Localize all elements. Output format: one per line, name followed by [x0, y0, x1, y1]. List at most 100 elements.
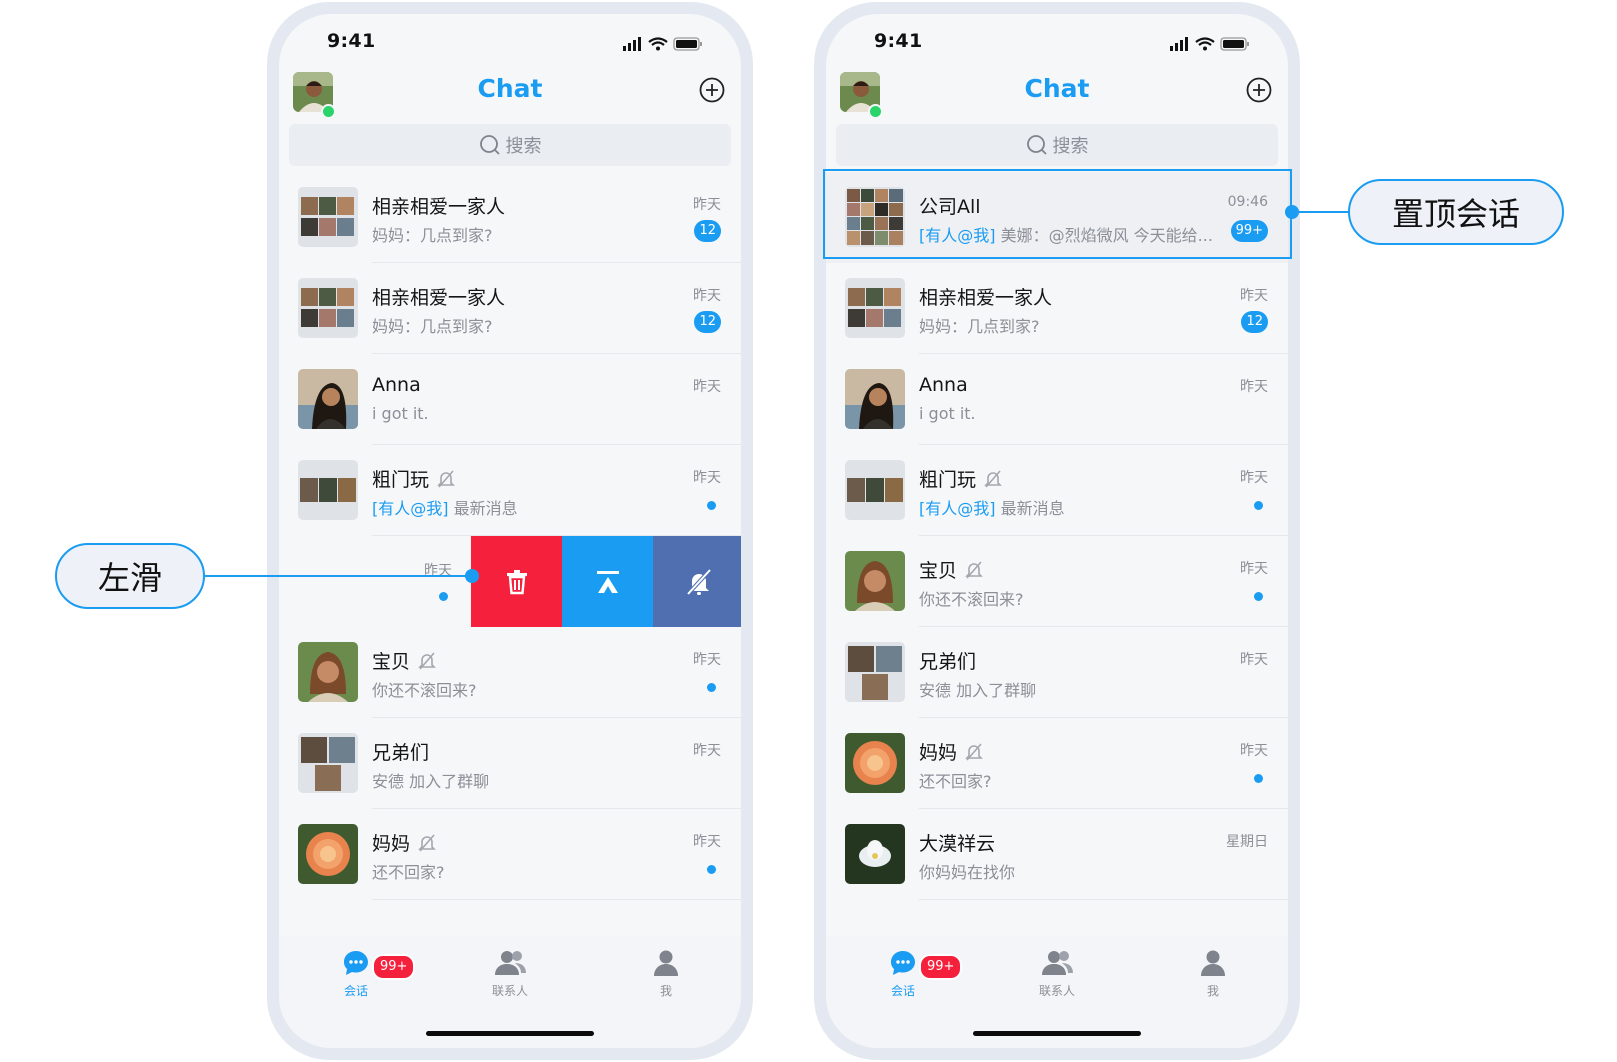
conversation-title: 妈妈 [919, 738, 984, 765]
search-placeholder: 搜索 [1052, 136, 1089, 157]
conversation-title: 粗门玩 [919, 465, 1003, 492]
conversation-row[interactable]: 粗门玩 [有人@我] 最新消息 昨天 [826, 445, 1288, 536]
mute-button[interactable] [653, 536, 741, 627]
contact-avatar [845, 551, 905, 611]
online-status-dot [868, 104, 883, 119]
message-time: 昨天 [693, 470, 721, 486]
unread-dot [1254, 501, 1263, 510]
conversation-row[interactable]: 粗门玩 [有人@我] 最新消息 昨天 [279, 445, 741, 536]
last-message: 妈妈：几点到家? [372, 226, 493, 245]
last-message: 你还不滚回来? [372, 681, 477, 700]
tab-label: 我 [1206, 984, 1219, 998]
conversation-name: 粗门玩 [372, 469, 430, 491]
chat-bubble-icon [891, 951, 915, 975]
mention-tag: [有人@我] [919, 499, 996, 518]
message-time: 昨天 [1240, 561, 1268, 577]
conversation-row[interactable]: Anna i got it. 昨天 [826, 354, 1288, 445]
right-phone-frame: 9:41 Chat 搜索 公司All [有人@我] 美娜：@烈焰微风 今天能给.… [814, 2, 1300, 1060]
last-message: i got it. [919, 404, 976, 423]
last-message: 妈妈：几点到家? [919, 317, 1040, 336]
conversation-title: 宝贝 [372, 647, 437, 674]
conversation-name: 相亲相爱一家人 [372, 196, 506, 218]
conversation-row[interactable]: 相亲相爱一家人 妈妈：几点到家? 昨天 12 [279, 172, 741, 263]
last-message: [有人@我] 最新消息 [919, 495, 1065, 519]
swipe-left-callout: 左滑 [55, 543, 205, 609]
last-message: [有人@我] 最新消息 [372, 495, 518, 519]
unread-dot [1254, 774, 1263, 783]
last-message: i got it. [372, 404, 429, 423]
conversation-row[interactable]: Anna i got it. 昨天 [279, 354, 741, 445]
search-input[interactable]: 搜索 [289, 124, 731, 166]
group-avatar [298, 278, 358, 338]
last-message: 你妈妈在找你 [919, 863, 1016, 882]
conversation-title: 粗门玩 [372, 465, 456, 492]
conversation-row[interactable]: 宝贝 你还不滚回来? 昨天 [826, 536, 1288, 627]
status-icons [1170, 36, 1250, 56]
unread-dot [707, 501, 716, 510]
contact-avatar [845, 369, 905, 429]
callout-label: 左滑 [97, 559, 162, 597]
swiped-conversation-row[interactable]: 昨天 [279, 536, 741, 627]
conversation-name: 相亲相爱一家人 [372, 287, 506, 309]
page-title: Chat [1024, 74, 1090, 103]
pin-button[interactable] [562, 536, 653, 627]
person-icon [1201, 950, 1225, 976]
conversation-title: Anna [372, 374, 421, 396]
divider [372, 899, 741, 900]
tab-me[interactable]: 我 [616, 948, 716, 999]
search-placeholder: 搜索 [505, 136, 542, 157]
group-avatar [298, 733, 358, 793]
tab-label: 会话 [343, 984, 368, 998]
pinned-conversation-callout: 置顶会话 [1348, 179, 1564, 245]
add-icon[interactable] [1246, 77, 1272, 107]
message-time: 昨天 [693, 743, 721, 759]
conversation-name: 粗门玩 [919, 469, 977, 491]
conversation-row[interactable]: 兄弟们 安德 加入了群聊 昨天 [826, 627, 1288, 718]
message-time: 昨天 [693, 197, 721, 213]
conversation-row[interactable]: 大漠祥云 你妈妈在找你 星期日 [826, 809, 1288, 900]
conversation-name: 妈妈 [919, 742, 958, 764]
last-message: 安德 加入了群聊 [372, 772, 490, 791]
conversation-row[interactable]: 妈妈 还不回家? 昨天 [279, 809, 741, 900]
group-avatar [845, 460, 905, 520]
home-indicator [973, 1031, 1141, 1036]
page-title: Chat [477, 74, 543, 103]
pin-top-icon [596, 570, 619, 593]
conversation-row[interactable]: 宝贝 你还不滚回来? 昨天 [279, 627, 741, 718]
delete-button[interactable] [471, 536, 562, 627]
tab-conversations[interactable]: 会话 99+ [306, 948, 416, 999]
conversation-row[interactable]: 妈妈 还不回家? 昨天 [826, 718, 1288, 809]
conversation-row[interactable]: 相亲相爱一家人 妈妈：几点到家? 昨天 12 [826, 263, 1288, 354]
conversation-row[interactable]: 相亲相爱一家人 妈妈：几点到家? 昨天 12 [279, 263, 741, 354]
conversation-title: 大漠祥云 [919, 829, 995, 856]
mute-icon [984, 469, 1002, 488]
left-phone-frame: 9:41 Chat 搜索 相亲相爱一家人 妈妈：几点到家? 昨天 12 相亲相爱… [267, 2, 753, 1060]
unread-dot [439, 592, 448, 601]
unread-badge: 12 [694, 220, 721, 242]
tab-contacts[interactable]: 联系人 [460, 948, 560, 999]
unread-badge: 12 [694, 311, 721, 333]
pinned-highlight-box [823, 169, 1292, 259]
conversation-name: Anna [919, 374, 968, 396]
add-icon[interactable] [699, 77, 725, 107]
contacts-icon [1042, 951, 1073, 975]
person-icon [654, 950, 678, 976]
mute-icon [686, 568, 711, 595]
tab-contacts[interactable]: 联系人 [1007, 948, 1107, 999]
tab-label: 会话 [890, 984, 915, 998]
tab-conversations[interactable]: 会话 99+ [853, 948, 963, 999]
search-input[interactable]: 搜索 [836, 124, 1278, 166]
contacts-icon [495, 951, 526, 975]
last-message: 妈妈：几点到家? [372, 317, 493, 336]
callout-anchor-dot [465, 569, 479, 583]
conversation-name: Anna [372, 374, 421, 396]
conversation-name: 大漠祥云 [919, 833, 996, 855]
message-time: 星期日 [1226, 834, 1268, 850]
unread-dot [707, 865, 716, 874]
left-phone-screen: 9:41 Chat 搜索 相亲相爱一家人 妈妈：几点到家? 昨天 12 相亲相爱… [279, 14, 741, 1048]
conversation-title: 相亲相爱一家人 [372, 283, 505, 310]
callout-connector [204, 575, 472, 577]
tab-me[interactable]: 我 [1163, 948, 1263, 999]
conversation-row[interactable]: 兄弟们 安德 加入了群聊 昨天 [279, 718, 741, 809]
message-text: 最新消息 [1000, 499, 1065, 518]
